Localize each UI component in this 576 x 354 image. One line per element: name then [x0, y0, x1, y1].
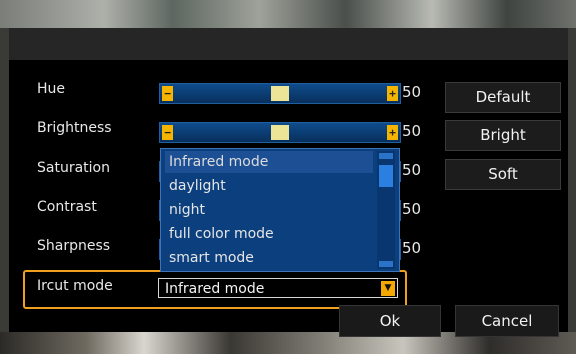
contrast-label: Contrast	[37, 199, 97, 215]
dialog-titlebar	[9, 28, 568, 60]
scroll-up-icon[interactable]	[379, 153, 393, 159]
ircut-option-daylight[interactable]: daylight	[169, 175, 373, 197]
sharpness-value: 50	[402, 239, 422, 257]
ircut-option-infrared-mode[interactable]: Infrared mode	[165, 151, 373, 173]
soft-button[interactable]: Soft	[445, 159, 561, 190]
hue-label: Hue	[37, 81, 66, 97]
scroll-down-icon[interactable]	[379, 261, 393, 267]
brightness-value: 50	[402, 122, 422, 140]
ircut-mode-dropdown-list: Infrared mode daylight night full color …	[160, 148, 400, 272]
cancel-button[interactable]: Cancel	[455, 305, 559, 337]
ircut-option-night[interactable]: night	[169, 199, 373, 221]
brightness-slider[interactable]: − +	[159, 122, 401, 143]
hue-slider-thumb[interactable]	[271, 86, 289, 101]
hue-value: 50	[402, 83, 422, 101]
dropdown-arrow-icon[interactable]: ▼	[381, 281, 395, 296]
brightness-label: Brightness	[37, 120, 112, 136]
default-button[interactable]: Default	[445, 82, 561, 113]
hue-slider[interactable]: − +	[159, 83, 401, 104]
ok-button[interactable]: Ok	[339, 305, 441, 337]
contrast-value: 50	[402, 200, 422, 218]
camera-feed-right	[568, 28, 576, 332]
hue-decrease-icon[interactable]: −	[162, 86, 173, 101]
ircut-mode-label: Ircut mode	[37, 278, 113, 294]
camera-feed-left	[0, 28, 9, 332]
ircut-mode-select[interactable]: Infrared mode ▼	[158, 278, 398, 298]
hue-increase-icon[interactable]: +	[387, 86, 398, 101]
saturation-value: 50	[402, 161, 422, 179]
scrollbar-thumb[interactable]	[379, 165, 393, 187]
brightness-decrease-icon[interactable]: −	[162, 125, 173, 140]
ircut-mode-selected-value: Infrared mode	[165, 281, 265, 297]
camera-feed-top	[0, 0, 576, 28]
bright-button[interactable]: Bright	[445, 120, 561, 151]
brightness-increase-icon[interactable]: +	[387, 125, 398, 140]
image-settings-dialog: Hue − + 50 Brightness − + 50 Saturation …	[9, 28, 568, 337]
ircut-option-full-color-mode[interactable]: full color mode	[169, 223, 373, 245]
saturation-label: Saturation	[37, 160, 110, 176]
dropdown-scrollbar[interactable]	[377, 151, 395, 269]
sharpness-label: Sharpness	[37, 238, 111, 254]
ircut-option-smart-mode[interactable]: smart mode	[169, 247, 373, 269]
brightness-slider-thumb[interactable]	[271, 125, 289, 140]
